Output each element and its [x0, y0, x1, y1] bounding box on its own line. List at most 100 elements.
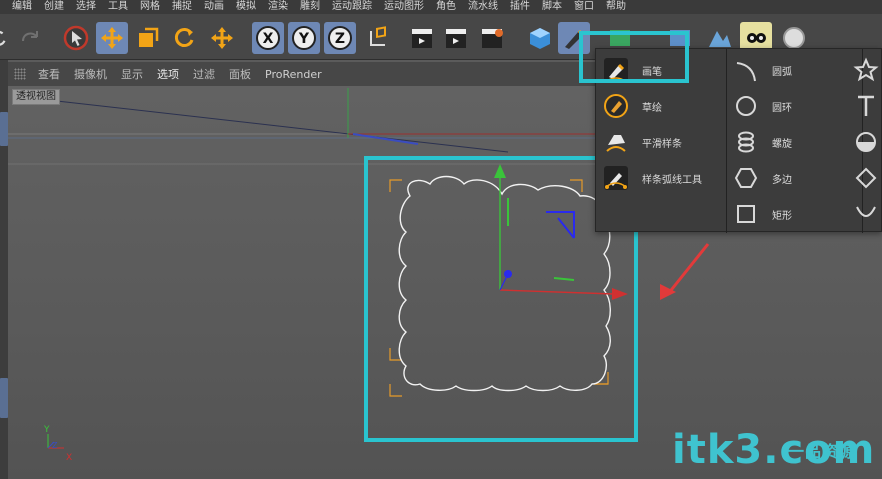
undo-button[interactable]: [0, 22, 10, 54]
menu-item[interactable]: 流水线: [468, 0, 498, 14]
flyout-label: 平滑样条: [642, 138, 682, 150]
arc-icon: [730, 54, 762, 86]
flyout-item-helix[interactable]: 螺旋: [730, 125, 792, 159]
selection-bounds: [389, 179, 609, 397]
menu-item[interactable]: 编辑: [12, 0, 32, 14]
rotate-tool-button[interactable]: [168, 22, 200, 54]
scale-icon: [139, 27, 159, 47]
menu-item[interactable]: 选择: [76, 0, 96, 14]
menu-item[interactable]: 动画: [204, 0, 224, 14]
smooth-spline-icon: [600, 126, 632, 158]
move-icon: [211, 27, 233, 49]
gizmo-x-handle[interactable]: [612, 288, 628, 300]
flyout-item-arc[interactable]: 圆弧: [730, 53, 792, 87]
render-to-picture-viewer-button[interactable]: [440, 22, 472, 54]
flyout-label: 圆弧: [772, 66, 792, 78]
world-z-axis: [352, 133, 419, 145]
menu-item[interactable]: 创建: [44, 0, 64, 14]
clapper-icon: [412, 29, 432, 48]
viewport-menu-options[interactable]: 选项: [157, 66, 179, 82]
viewport-label: 透视视图: [12, 89, 60, 105]
coordinate-system-button[interactable]: [362, 22, 394, 54]
cube-button[interactable]: [524, 22, 556, 54]
circle-icon: [730, 90, 762, 122]
live-selection-button[interactable]: [60, 22, 92, 54]
flyout-item-sketch[interactable]: 草绘: [600, 89, 662, 123]
menu-item[interactable]: 运动跟踪: [332, 0, 372, 14]
cloud-spline[interactable]: [398, 175, 611, 392]
triad-y-label: Y: [43, 425, 50, 435]
flyout-item-star[interactable]: [850, 53, 882, 87]
render-view-button[interactable]: [406, 22, 438, 54]
flyout-item-profile[interactable]: [850, 125, 882, 159]
flyout-label: 圆环: [772, 102, 792, 114]
sketch-icon: [600, 90, 632, 122]
y-axis-lock-button[interactable]: Y: [288, 22, 320, 54]
left-tool-button[interactable]: [0, 112, 8, 146]
flyout-label: 矩形: [772, 210, 792, 222]
scale-tool-button[interactable]: [132, 22, 164, 54]
menu-item[interactable]: 帮助: [606, 0, 626, 14]
flyout-item-diamond[interactable]: [850, 161, 882, 195]
render-settings-icon: [482, 29, 503, 48]
viewport-menu-prorender[interactable]: ProRender: [265, 68, 322, 81]
flyout-item-cissoid[interactable]: [850, 197, 882, 231]
flyout-label: 样条弧线工具: [642, 174, 702, 186]
left-tool-strip: [0, 60, 8, 479]
helix-icon: [730, 126, 762, 158]
spline-arc-tool-icon: [600, 162, 632, 194]
viewport-menu-panel[interactable]: 面板: [229, 66, 251, 82]
viewport-menu-view[interactable]: 查看: [38, 66, 60, 82]
diamond-icon: [850, 162, 882, 194]
live-selection-icon: [63, 25, 89, 51]
menu-item[interactable]: 模拟: [236, 0, 256, 14]
triad-z-label: Z: [52, 441, 58, 450]
flyout-item-text[interactable]: [850, 89, 882, 123]
redo-button[interactable]: [14, 22, 46, 54]
render-settings-button[interactable]: [476, 22, 508, 54]
svg-text:Y: Y: [298, 31, 310, 47]
rectangle-icon: [730, 198, 762, 230]
svg-text:X: X: [263, 31, 274, 47]
menu-item[interactable]: 雕刻: [300, 0, 320, 14]
gizmo-z-axis: [499, 273, 509, 291]
star-icon: [850, 54, 882, 86]
menu-bar: 编辑 创建 选择 工具 网格 捕捉 动画 模拟 渲染 雕刻 运动跟踪 运动图形 角色 流水线 插件 脚本 窗口帮…: [0, 0, 882, 14]
flyout-item-spline-arc-tool[interactable]: 样条弧线工具: [600, 161, 702, 195]
z-axis-lock-button[interactable]: Z: [324, 22, 356, 54]
menu-item[interactable]: 角色: [436, 0, 456, 14]
annotation-arrow: [660, 243, 710, 300]
viewport-menu-camera[interactable]: 摄像机: [74, 66, 107, 82]
grip-icon[interactable]: [14, 68, 26, 80]
clapper-icon: [446, 29, 466, 48]
coordinate-system-icon: [370, 26, 386, 46]
menu-item[interactable]: 插件: [510, 0, 530, 14]
move-tool-button[interactable]: [96, 22, 128, 54]
flyout-item-circle[interactable]: 圆环: [730, 89, 792, 123]
flyout-item-smooth-spline[interactable]: 平滑样条: [600, 125, 682, 159]
horizon-line: [47, 99, 509, 153]
gizmo-y-handle[interactable]: [494, 164, 506, 178]
menu-item[interactable]: 渲染: [268, 0, 288, 14]
menu-item[interactable]: 工具: [108, 0, 128, 14]
flyout-item-polygon[interactable]: 多边: [730, 161, 792, 195]
triad-x-label: X: [66, 453, 72, 463]
menu-item[interactable]: 捕捉: [172, 0, 192, 14]
menu-item[interactable]: 脚本: [542, 0, 562, 14]
z-axis-icon: Z: [328, 26, 352, 50]
flyout-item-rectangle[interactable]: 矩形: [730, 197, 792, 231]
gizmo-plane-handle: [553, 277, 575, 281]
viewport-menu-display[interactable]: 显示: [121, 66, 143, 82]
watermark-text: itk3: [672, 427, 764, 473]
flyout-label: 多边: [772, 174, 792, 186]
menu-item[interactable]: 网格: [140, 0, 160, 14]
recent-tool-button[interactable]: [206, 22, 238, 54]
x-axis-lock-button[interactable]: X: [252, 22, 284, 54]
left-tool-button[interactable]: [0, 378, 8, 418]
menu-item[interactable]: 运动图形: [384, 0, 424, 14]
flyout-divider: [726, 49, 727, 233]
menu-item[interactable]: 窗口: [574, 0, 594, 14]
watermark-cn: 一品资源: [788, 442, 857, 461]
viewport-menu-filter[interactable]: 过滤: [193, 66, 215, 82]
text-icon: [850, 90, 882, 122]
